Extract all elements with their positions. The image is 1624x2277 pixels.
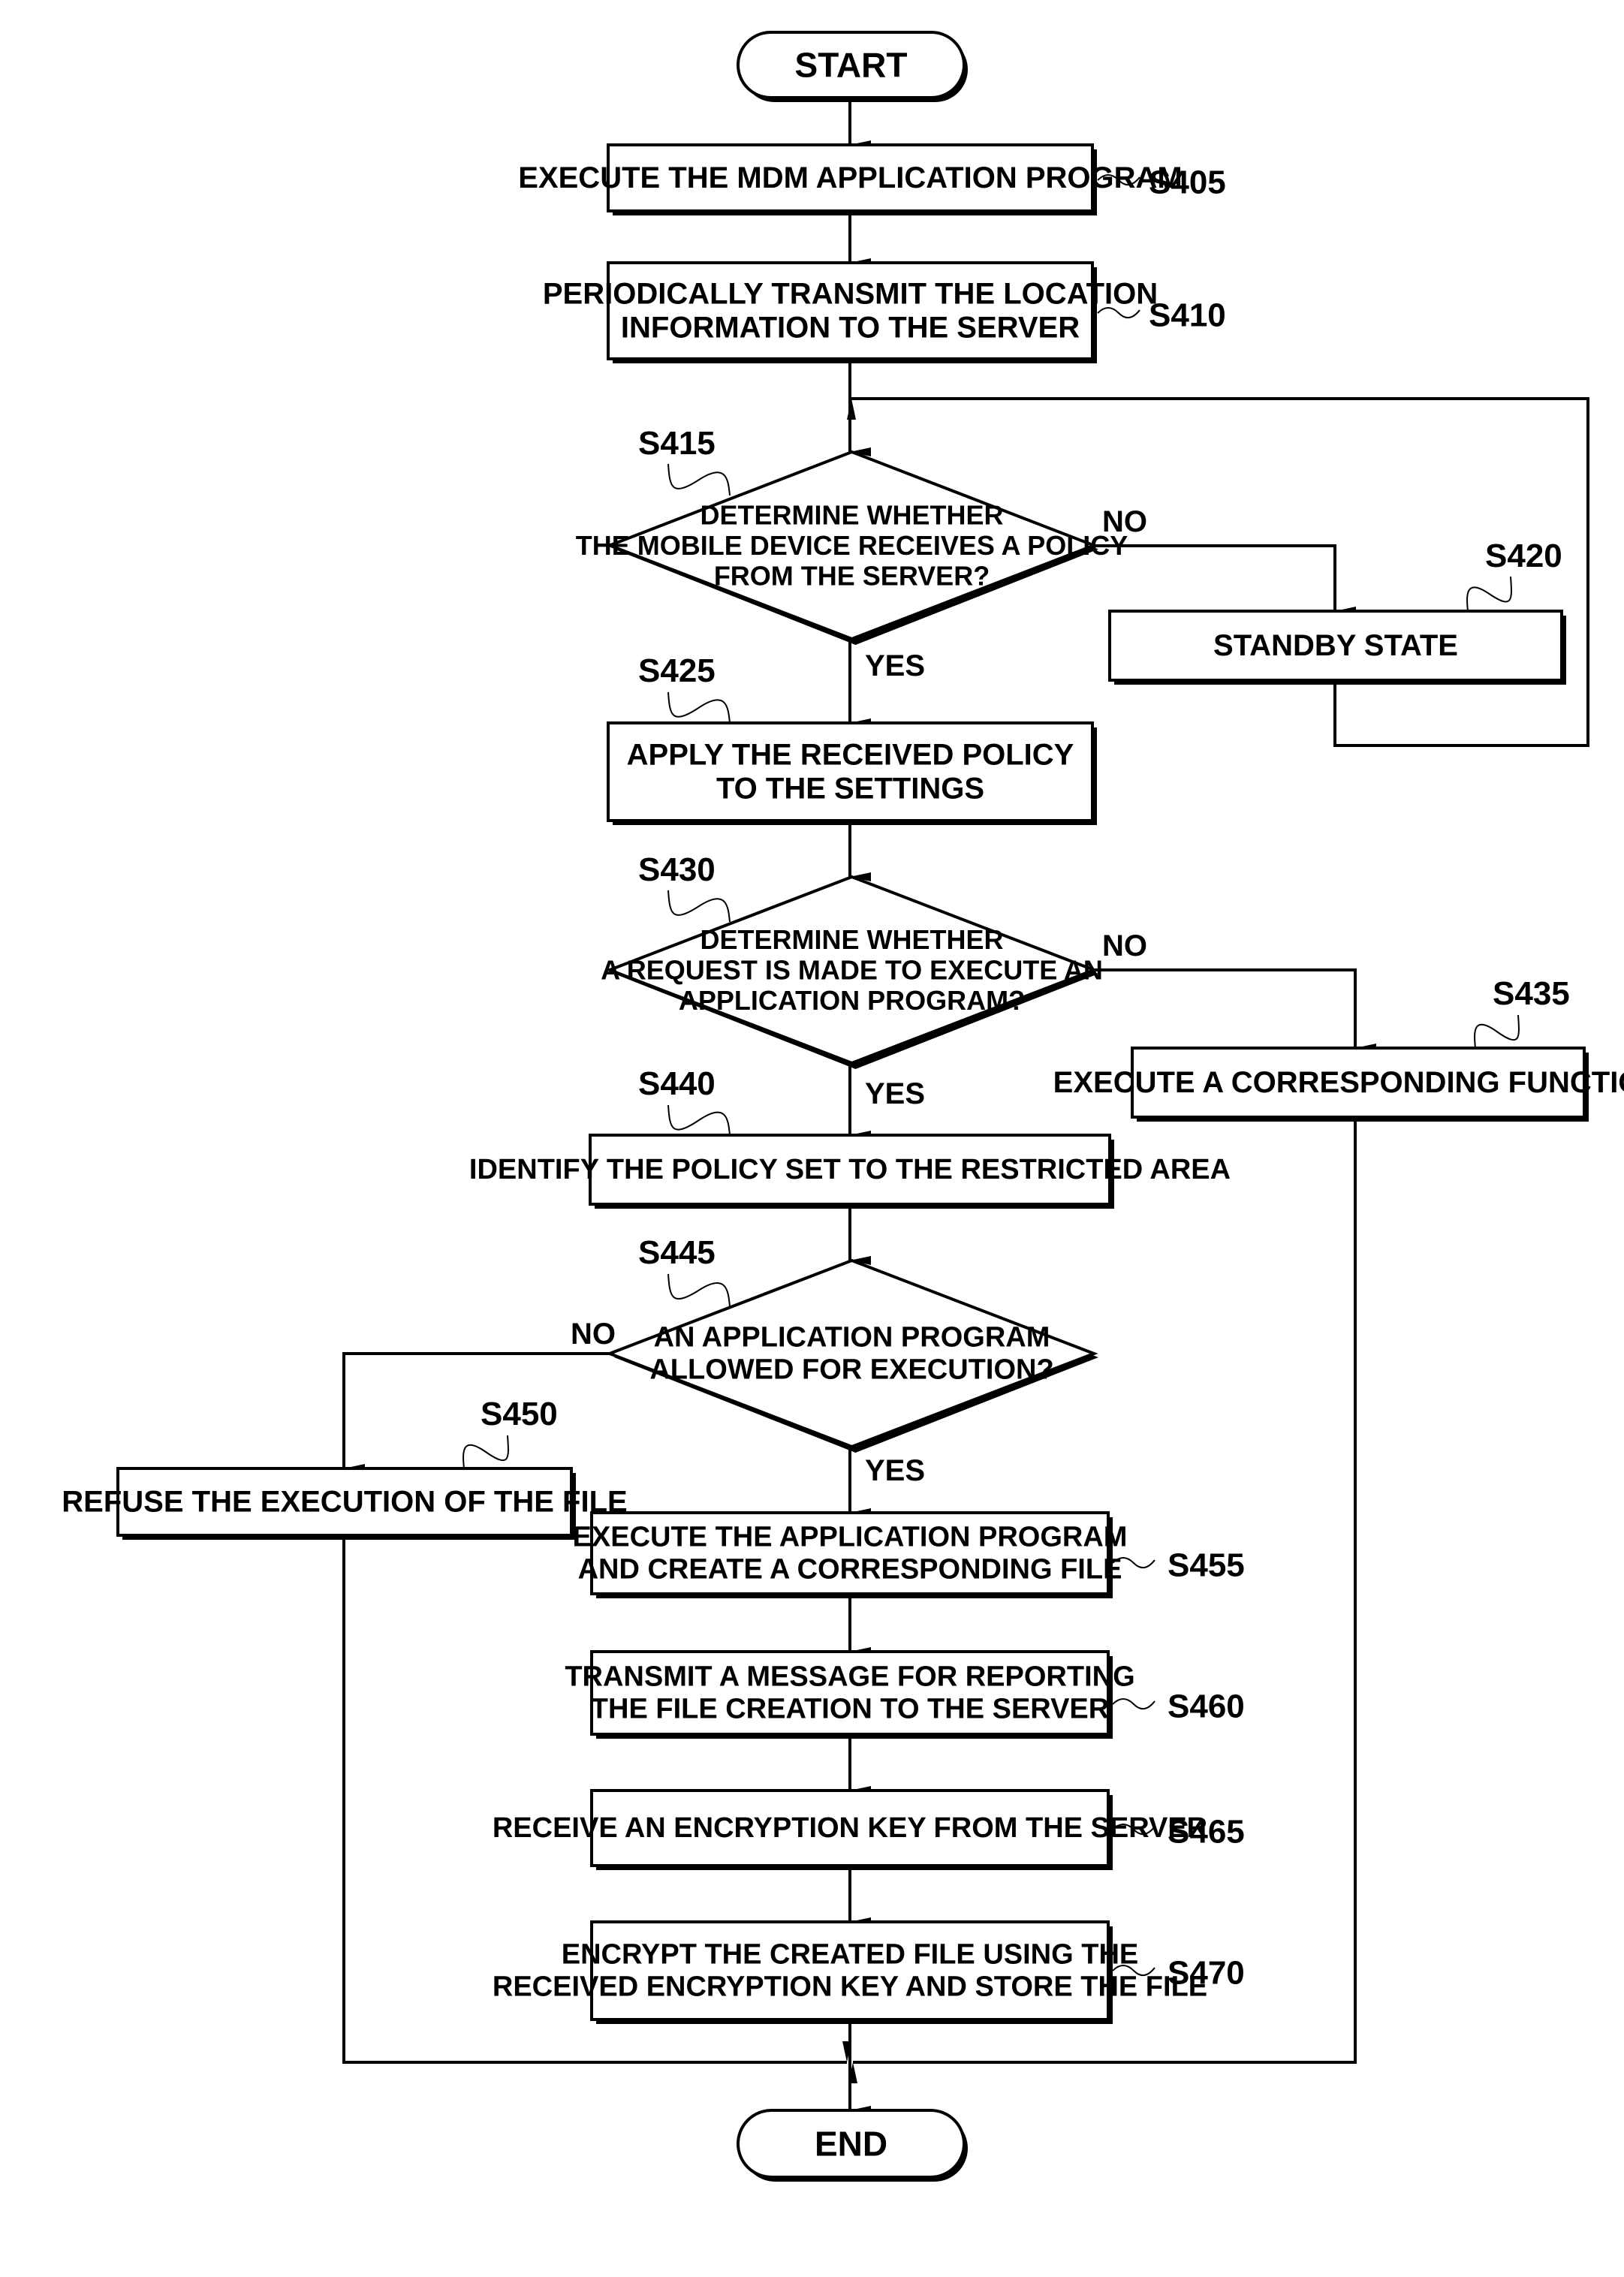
step-id-s435: S435 — [1493, 975, 1570, 1012]
step-id-s465: S465 — [1168, 1814, 1245, 1851]
process-box-s410-text: INFORMATION TO THE SERVER — [621, 311, 1080, 344]
process-box-s435-text: EXECUTE A CORRESPONDING FUNCTION — [1053, 1066, 1624, 1099]
process-box-s470-text: ENCRYPT THE CREATED FILE USING THE — [562, 1939, 1138, 1971]
leader-line — [667, 463, 731, 496]
process-box-s420-text: STANDBY STATE — [1213, 629, 1458, 662]
process-box-s455-text: AND CREATE A CORRESPONDING FILE — [578, 1553, 1122, 1585]
arrow-s415-no — [1094, 544, 1356, 616]
leader-line — [667, 1104, 731, 1136]
branch-yes-s445: YES — [865, 1454, 925, 1487]
step-id-s450: S450 — [481, 1396, 558, 1432]
leader-line — [667, 691, 731, 724]
decision-s430-text: DETERMINE WHETHER — [701, 924, 1004, 955]
arrow-s430-no — [1094, 968, 1376, 1053]
decision-s445-text: AN APPLICATION PROGRAM — [654, 1322, 1050, 1354]
arrow-s445-no — [342, 1352, 610, 1473]
step-id-s405: S405 — [1149, 164, 1226, 201]
decision-s415-text: THE MOBILE DEVICE RECEIVES A POLICY — [576, 530, 1128, 561]
process-box-s465-text: RECEIVE AN ENCRYPTION KEY FROM THE SERVE… — [493, 1812, 1207, 1844]
step-id-s415: S415 — [638, 425, 716, 462]
leader-line — [1466, 576, 1512, 612]
leader-line — [1474, 1014, 1520, 1049]
step-id-s440: S440 — [638, 1065, 716, 1102]
start-terminal-text: START — [795, 46, 908, 85]
branch-no-s445: NO — [571, 1318, 616, 1351]
decision-s415-text: DETERMINE WHETHER — [701, 500, 1004, 531]
process-box-s460-text: THE FILE CREATION TO THE SERVER — [591, 1693, 1109, 1724]
decision-s430-text: A REQUEST IS MADE TO EXECUTE AN — [601, 955, 1103, 986]
process-box-s440-text: IDENTIFY THE POLICY SET TO THE RESTRICTE… — [469, 1154, 1231, 1185]
step-id-s430: S430 — [638, 851, 716, 888]
process-box-s460-text: TRANSMIT A MESSAGE FOR REPORTING — [565, 1661, 1134, 1693]
process-box-s425-text: TO THE SETTINGS — [716, 772, 984, 805]
leader-line — [462, 1435, 509, 1469]
end-terminal-text: END — [815, 2125, 887, 2164]
step-id-s455: S455 — [1168, 1547, 1245, 1584]
nodes: START EXECUTE THE MDM APPLICATION PROGRAM… — [62, 31, 1624, 2182]
leader-line — [1112, 1698, 1155, 1709]
step-id-s420: S420 — [1485, 538, 1562, 574]
process-box-s455-text: EXECUTE THE APPLICATION PROGRAM — [573, 1522, 1128, 1553]
step-id-s425: S425 — [638, 652, 716, 689]
leader-line — [667, 1273, 731, 1307]
decision-s445-text: ALLOWED FOR EXECUTION? — [649, 1354, 1053, 1385]
leader-line — [667, 890, 731, 923]
step-id-s470: S470 — [1168, 1955, 1245, 1992]
step-id-s410: S410 — [1149, 297, 1226, 334]
branch-no-s430: NO — [1102, 929, 1147, 962]
process-box-s450-text: REFUSE THE EXECUTION OF THE FILE — [62, 1486, 627, 1519]
end-terminal: END — [737, 2109, 968, 2182]
branch-no-s415: NO — [1102, 505, 1147, 538]
process-box-s410-text: PERIODICALLY TRANSMIT THE LOCATION — [543, 278, 1158, 311]
decision-s430-text: APPLICATION PROGRAM? — [679, 985, 1025, 1016]
step-id-s445: S445 — [638, 1234, 716, 1271]
branch-yes-s415: YES — [865, 649, 925, 682]
branch-yes-s430: YES — [865, 1077, 925, 1110]
decision-s415-text: FROM THE SERVER? — [714, 560, 990, 591]
flowchart: START EXECUTE THE MDM APPLICATION PROGRAM… — [62, 31, 1624, 2182]
process-box-s405-text: EXECUTE THE MDM APPLICATION PROGRAM — [518, 161, 1182, 194]
step-id-s460: S460 — [1168, 1688, 1245, 1725]
process-box-s425-text: APPLY THE RECEIVED POLICY — [627, 739, 1074, 772]
start-terminal: START — [737, 31, 968, 102]
process-box-s470-text: RECEIVED ENCRYPTION KEY AND STORE THE FI… — [493, 1971, 1207, 2002]
